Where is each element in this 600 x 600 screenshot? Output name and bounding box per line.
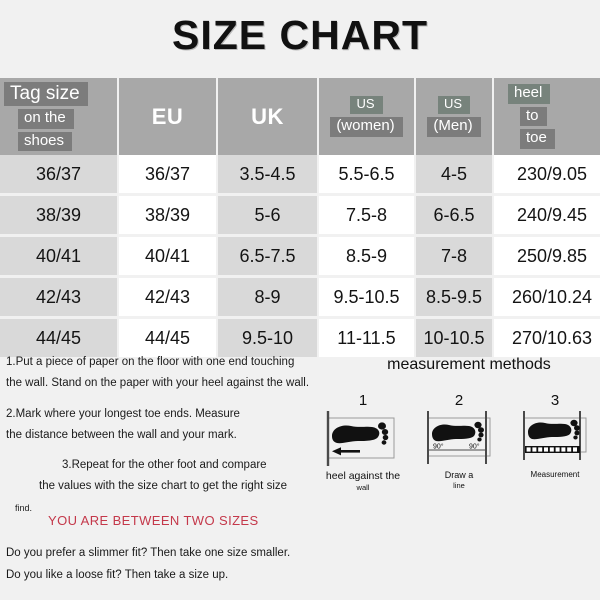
- diagram-2: 2 90° 90° Draw a line: [414, 392, 504, 492]
- us-women-stack: US (women): [319, 96, 414, 137]
- cell-us-men: 8.5-9.5: [415, 276, 494, 319]
- diagram-2-caption-line1: Draw a: [444, 470, 474, 480]
- instruction-step-1: 1.Put a piece of paper on the floor with…: [6, 352, 336, 395]
- cell-heel-to-toe: 240/9.45: [493, 194, 600, 237]
- table-body: 36/37 36/37 3.5-4.5 5.5-6.5 4-5 230/9.05…: [0, 155, 600, 360]
- table-row: 38/39 38/39 5-6 7.5-8 6-6.5 240/9.45: [0, 194, 600, 237]
- diagram-3: 3 Measurement: [510, 392, 600, 492]
- table-row: 36/37 36/37 3.5-4.5 5.5-6.5 4-5 230/9.05: [0, 155, 600, 196]
- fit-advice-loose: Do you like a loose fit? Then take a siz…: [6, 569, 229, 581]
- header-chip-us-men: US: [437, 96, 471, 114]
- instruction-step-2: 2.Mark where your longest toe ends. Meas…: [6, 404, 336, 447]
- cell-uk: 8-9: [217, 276, 319, 319]
- step2-line2: the distance between the wall and your m…: [6, 428, 237, 441]
- header-chip-shoes: shoes: [18, 131, 73, 152]
- angle-label-right: 90°: [469, 443, 480, 451]
- between-sizes-heading: YOU ARE BETWEEN TWO SIZES: [48, 513, 259, 528]
- cell-uk: 6.5-7.5: [217, 235, 319, 278]
- cell-us-men: 10-10.5: [415, 317, 494, 360]
- header-chip-us-women: US: [350, 96, 383, 114]
- fit-advice-slimmer: Do you prefer a slimmer fit? Then take o…: [6, 547, 291, 559]
- header-cell-us-men: US (Men): [415, 78, 494, 155]
- instructions-block: 1.Put a piece of paper on the floor with…: [6, 352, 336, 528]
- cell-uk: 5-6: [217, 194, 319, 237]
- cell-heel-to-toe: 270/10.63: [493, 317, 600, 360]
- ruler-icon: [525, 446, 580, 453]
- step1-line2: the wall. Stand on the paper with your h…: [6, 377, 310, 390]
- measurement-diagrams: 1 heel against the wall 2 90° 90° Draw a…: [318, 392, 600, 492]
- diagram-3-caption: Measurement: [510, 470, 600, 480]
- step1-line1: 1.Put a piece of paper on the floor with…: [6, 356, 295, 368]
- header-cell-heel-to-toe: heel to toe: [493, 78, 600, 155]
- table-header-row: Tag size on the shoes EU UK US (women) U…: [0, 78, 600, 155]
- header-chip-men: (Men): [427, 116, 481, 137]
- cell-eu: 36/37: [118, 155, 218, 196]
- diagram-2-number: 2: [454, 392, 464, 409]
- page-title: SIZE CHART: [172, 12, 428, 58]
- diagram-1-number: 1: [358, 392, 368, 409]
- header-cell-us-women: US (women): [318, 78, 416, 155]
- cell-us-women: 7.5-8: [318, 194, 416, 237]
- table-row: 42/43 42/43 8-9 9.5-10.5 8.5-9.5 260/10.…: [0, 276, 600, 319]
- diagram-1-art: [318, 410, 408, 468]
- header-cell-eu: EU: [118, 78, 218, 155]
- angle-label-left: 90°: [433, 443, 444, 451]
- cell-us-men: 4-5: [415, 155, 494, 196]
- cell-us-men: 6-6.5: [415, 194, 494, 237]
- cell-uk: 3.5-4.5: [217, 155, 319, 196]
- step3-line1: 3.Repeat for the other foot and compare: [62, 459, 267, 472]
- measurement-methods-title: measurement methods: [387, 356, 551, 373]
- cell-us-women: 8.5-9: [318, 235, 416, 278]
- cell-us-men: 7-8: [415, 235, 494, 278]
- cell-tag-size: 42/43: [0, 276, 119, 319]
- step3-line2: the values with the size chart to get th…: [39, 480, 288, 493]
- table-row: 40/41 40/41 6.5-7.5 8.5-9 7-8 250/9.85: [0, 235, 600, 278]
- us-men-stack: US (Men): [416, 96, 492, 137]
- header-cell-tag-size: Tag size on the shoes: [0, 78, 119, 155]
- arrow-left-icon: [332, 447, 360, 456]
- header-chip-to: to: [520, 106, 547, 127]
- diagram-2-caption: Draw a line: [414, 470, 504, 491]
- cell-heel-to-toe: 230/9.05: [493, 155, 600, 196]
- cell-tag-size: 36/37: [0, 155, 119, 196]
- size-chart-page: SIZE CHART Tag size on the shoes EU UK U…: [0, 0, 600, 600]
- diagram-2-art: 90° 90°: [414, 410, 504, 468]
- diagram-3-caption-line1: Measurement: [530, 470, 580, 479]
- diagram-3-number: 3: [550, 392, 560, 409]
- cell-tag-size: 40/41: [0, 235, 119, 278]
- foot-heel-against-wall-icon: [326, 411, 395, 466]
- cell-tag-size: 38/39: [0, 194, 119, 237]
- heel-to-toe-stack: heel to toe: [494, 83, 600, 150]
- cell-us-women: 9.5-10.5: [318, 276, 416, 319]
- instruction-step-3: 3.Repeat for the other foot and compare …: [6, 455, 336, 519]
- foot-measurement-ruler-icon: [523, 411, 587, 460]
- diagram-1-caption-line2: wall: [356, 483, 370, 493]
- cell-eu: 38/39: [118, 194, 218, 237]
- cell-us-women: 5.5-6.5: [318, 155, 416, 196]
- header-chip-tag-size: Tag size: [4, 81, 88, 106]
- diagram-2-caption-line2: line: [453, 481, 465, 491]
- header-cell-uk: UK: [217, 78, 319, 155]
- diagram-3-art: [510, 410, 600, 468]
- diagram-1: 1 heel against the wall: [318, 392, 408, 492]
- header-chip-heel: heel: [508, 83, 551, 104]
- cell-heel-to-toe: 250/9.85: [493, 235, 600, 278]
- size-table: Tag size on the shoes EU UK US (women) U…: [0, 78, 600, 360]
- step2-line1: 2.Mark where your longest toe ends. Meas…: [6, 407, 240, 420]
- foot-draw-line-icon: 90° 90°: [427, 411, 491, 464]
- tag-size-stack: Tag size on the shoes: [0, 81, 117, 152]
- diagram-1-caption-line1: heel against the: [325, 470, 401, 482]
- header-chip-women: (women): [330, 116, 403, 137]
- header-label-uk: UK: [251, 103, 284, 129]
- cell-eu: 42/43: [118, 276, 218, 319]
- header-chip-toe: toe: [520, 129, 555, 150]
- header-chip-on-the: on the: [18, 108, 74, 129]
- diagram-1-caption: heel against the wall: [318, 470, 408, 493]
- cell-heel-to-toe: 260/10.24: [493, 276, 600, 319]
- header-label-eu: EU: [151, 103, 184, 129]
- cell-eu: 40/41: [118, 235, 218, 278]
